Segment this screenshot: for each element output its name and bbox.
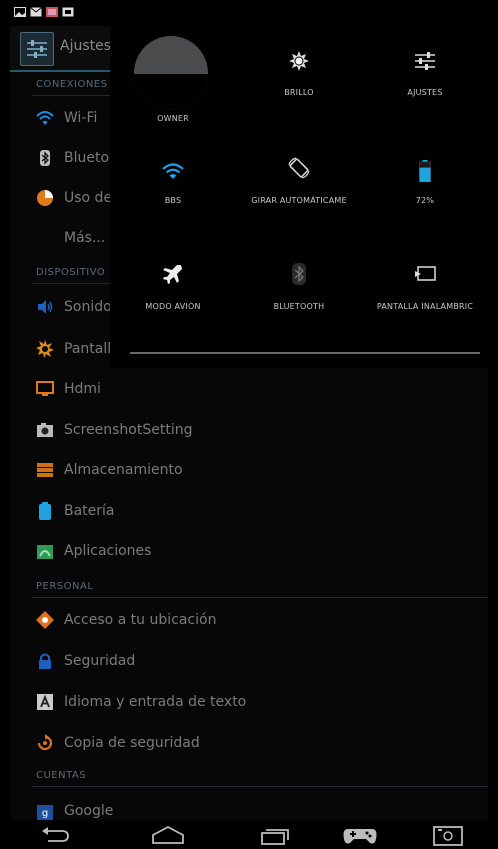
- cast-icon: [415, 266, 436, 281]
- qs-tile-label: AJUSTES: [407, 88, 443, 97]
- android-screen: Ajustes CONEXIONES Wi-Fi Bluetoo Uso de …: [10, 0, 488, 849]
- settings-item-label: Wi-Fi: [64, 110, 98, 126]
- settings-item-label: Copia de seguridad: [64, 735, 200, 751]
- section-connections: CONEXIONES: [36, 79, 108, 90]
- qs-tile-settings[interactable]: AJUSTES: [362, 26, 488, 130]
- settings-item-apps[interactable]: Aplicaciones: [32, 534, 472, 570]
- qs-tile-wireless-display[interactable]: PANTALLA INALÁMBRIC: [362, 240, 488, 344]
- qs-tile-battery[interactable]: 72%: [362, 134, 488, 238]
- qs-tile-label: OWNER: [157, 114, 189, 123]
- settings-item-language[interactable]: Idioma y entrada de texto: [32, 685, 472, 721]
- qs-tile-label: BLUETOOTH: [273, 302, 325, 311]
- home-icon[interactable]: [148, 823, 188, 847]
- navigation-bar: [10, 820, 488, 849]
- qs-tile-label: BRILLO: [284, 88, 314, 97]
- recents-icon[interactable]: [256, 823, 296, 847]
- section-personal: PERSONAL: [36, 581, 94, 592]
- svg-text:g: g: [42, 808, 48, 819]
- google-icon: g: [37, 805, 53, 820]
- battery-icon: [419, 160, 431, 182]
- settings-item-label: Idioma y entrada de texto: [64, 694, 247, 710]
- avatar: [134, 36, 208, 110]
- mail-icon: [30, 7, 42, 17]
- settings-item-battery[interactable]: Batería: [32, 494, 472, 530]
- language-icon: [37, 694, 53, 710]
- apps-icon: [37, 545, 53, 559]
- back-icon[interactable]: [36, 823, 76, 847]
- divider: [32, 786, 488, 787]
- settings-app-icon[interactable]: [20, 32, 54, 66]
- settings-item-label: Sonido: [64, 299, 112, 315]
- brightness-icon: [289, 51, 309, 71]
- settings-item-label: Almacenamiento: [64, 462, 183, 478]
- bluetooth-icon: [292, 263, 306, 285]
- lock-icon: [39, 653, 51, 669]
- wifi-icon: [36, 111, 54, 125]
- backup-icon: [37, 734, 53, 751]
- screenshot-icon: [62, 7, 74, 17]
- settings-item-label: Seguridad: [64, 653, 136, 669]
- bluetooth-icon: [40, 150, 50, 166]
- sound-icon: [38, 300, 53, 314]
- page-title: Ajustes: [60, 38, 112, 54]
- qs-tile-owner[interactable]: OWNER: [110, 26, 236, 130]
- storage-icon: [37, 463, 53, 477]
- wifi-icon: [162, 163, 184, 179]
- settings-item-security[interactable]: Seguridad: [32, 644, 472, 680]
- settings-item-label: Más...: [64, 230, 106, 246]
- qs-tile-airplane-mode[interactable]: MODO AVIÓN: [110, 240, 236, 344]
- rotate-icon: [288, 157, 310, 179]
- settings-item-label: Batería: [64, 503, 115, 519]
- settings-item-storage[interactable]: Almacenamiento: [32, 453, 472, 489]
- settings-item-screenshot[interactable]: ScreenshotSetting: [32, 413, 472, 449]
- qs-tile-label: BBS: [164, 196, 182, 205]
- qs-tile-label: MODO AVIÓN: [145, 302, 201, 311]
- photo-icon: [46, 7, 58, 17]
- battery-icon: [39, 502, 51, 520]
- settings-sliders-icon: [415, 52, 435, 70]
- location-icon: [36, 611, 54, 629]
- qs-tile-wifi[interactable]: BBS: [110, 134, 236, 238]
- section-device: DISPOSITIVO: [36, 267, 106, 278]
- data-usage-icon: [37, 190, 53, 206]
- image-icon: [14, 7, 26, 17]
- quick-settings-divider: [130, 352, 480, 354]
- qs-tile-label: GIRAR AUTOMÁTICAME: [251, 196, 347, 205]
- status-bar: [10, 0, 488, 26]
- airplane-icon: [163, 265, 182, 284]
- settings-item-label: ScreenshotSetting: [64, 422, 193, 438]
- settings-item-backup[interactable]: Copia de seguridad: [32, 726, 472, 762]
- settings-item-label: Google: [64, 803, 114, 819]
- qs-tile-bluetooth[interactable]: BLUETOOTH: [236, 240, 362, 344]
- settings-item-label: Uso de: [64, 190, 113, 206]
- quick-settings-panel: OWNER BRILLO AJUSTES BBS GIRAR AUTOMÁTIC…: [110, 26, 488, 368]
- settings-item-label: Pantall: [64, 341, 112, 357]
- camera-icon: [37, 423, 53, 437]
- settings-item-label: Acceso a tu ubicación: [64, 612, 217, 628]
- settings-item-label: Aplicaciones: [64, 543, 152, 559]
- screenshot-icon[interactable]: [428, 823, 468, 847]
- settings-item-location[interactable]: Acceso a tu ubicación: [32, 603, 472, 639]
- section-accounts: CUENTAS: [36, 770, 87, 781]
- qs-tile-auto-rotate[interactable]: GIRAR AUTOMÁTICAME: [236, 134, 362, 238]
- settings-item-hdmi[interactable]: Hdmi: [32, 372, 472, 408]
- qs-tile-label: PANTALLA INALÁMBRIC: [376, 302, 474, 311]
- gamepad-icon[interactable]: [340, 823, 380, 847]
- qs-tile-brightness[interactable]: BRILLO: [236, 26, 362, 130]
- display-icon: [36, 340, 54, 358]
- qs-tile-label: 72%: [415, 196, 435, 205]
- divider: [32, 597, 488, 598]
- hdmi-icon: [36, 381, 54, 396]
- settings-item-label: Hdmi: [64, 381, 101, 397]
